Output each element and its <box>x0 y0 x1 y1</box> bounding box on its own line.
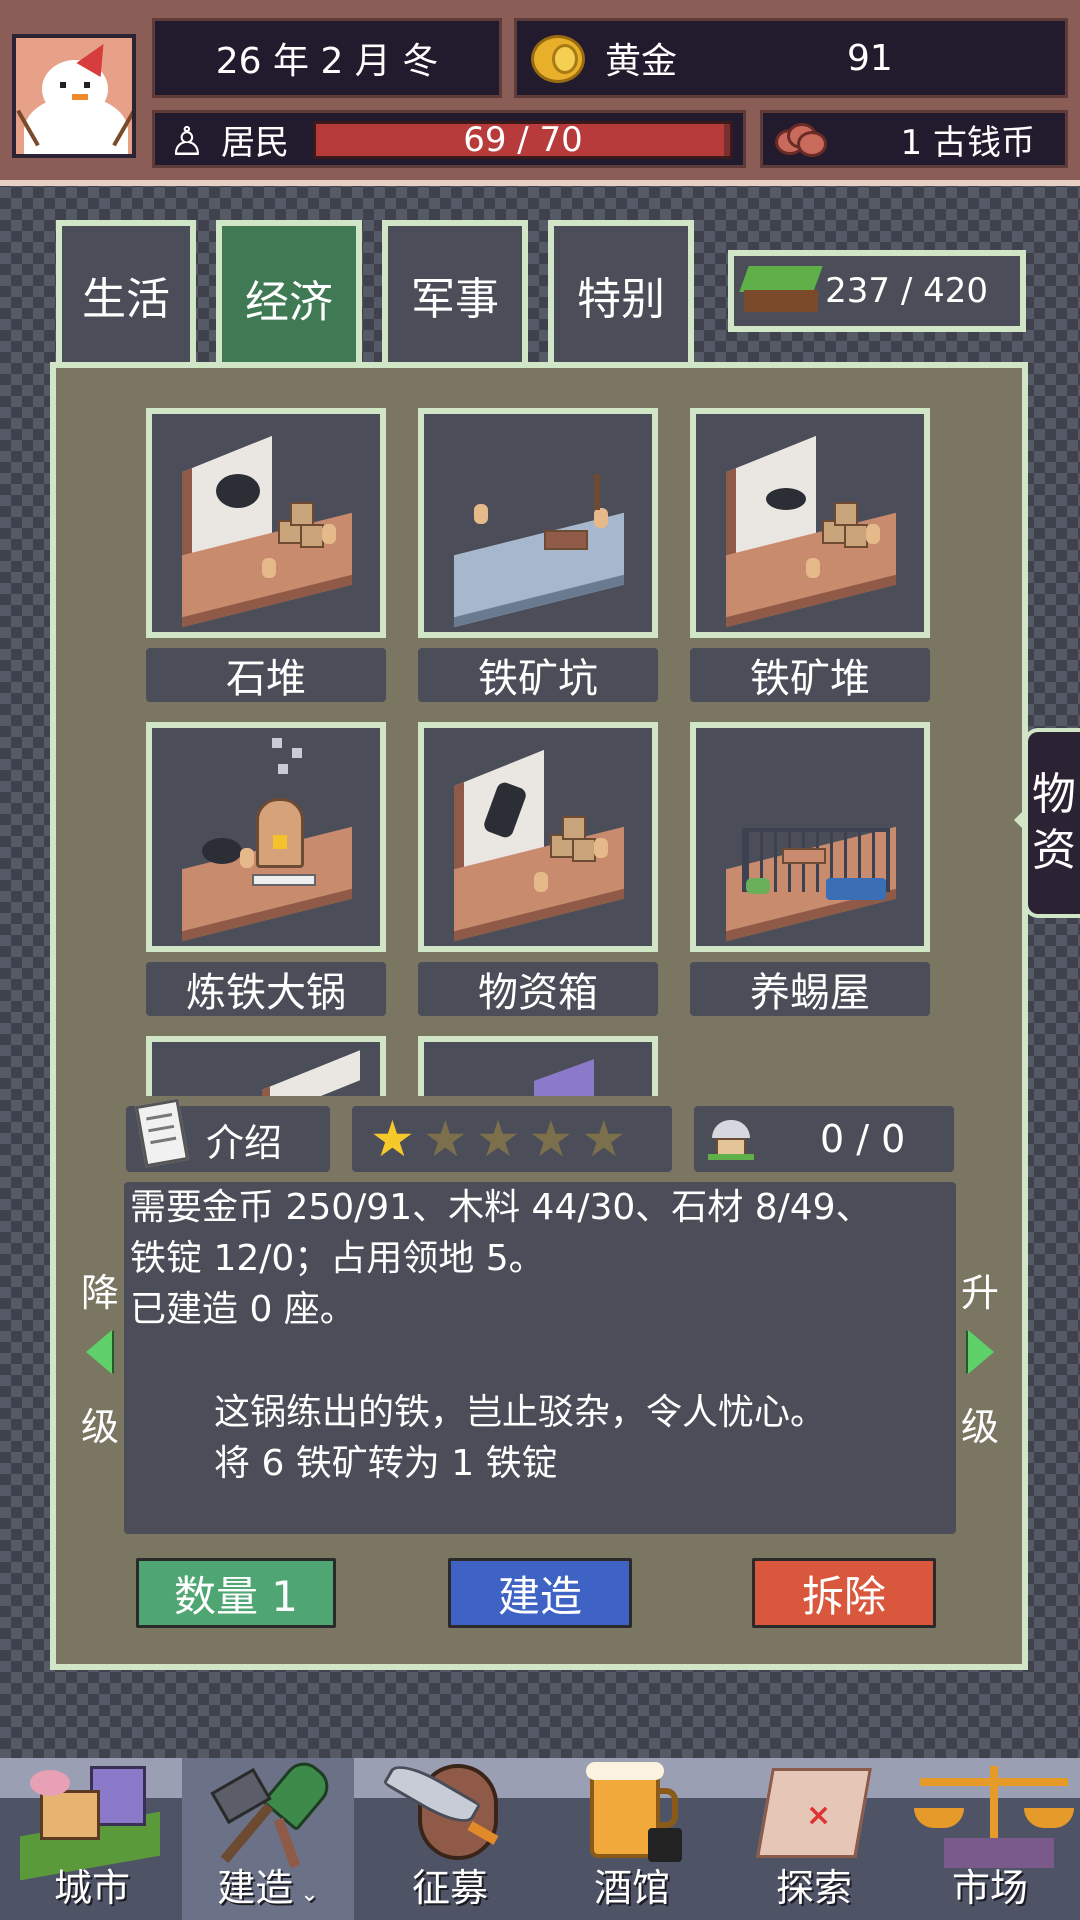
nav-label: 建造 ⌄ <box>217 1866 319 1910</box>
downgrade-label-top: 降 <box>80 1271 119 1315</box>
iron-ore-pile-icon <box>726 435 896 628</box>
building-card-iron-mine-pit[interactable] <box>418 408 658 638</box>
city-icon <box>20 1760 160 1881</box>
flavor-text: 这锅练出的铁，岂止驳杂，令人忧心。 <box>214 1392 827 1433</box>
building-name: 物资箱 <box>418 962 658 1016</box>
gold-label: 黄金 <box>605 41 678 82</box>
nav-label: 探索 <box>775 1866 852 1910</box>
explore-map-icon: × <box>750 1758 880 1868</box>
nav-tavern[interactable]: 酒馆 <box>546 1758 718 1920</box>
nav-label: 征募 <box>411 1866 488 1910</box>
building-card-partial[interactable] <box>146 1036 386 1096</box>
gold-coin-icon <box>531 35 585 83</box>
building-card-partial[interactable] <box>418 1036 658 1096</box>
iron-smelter-icon <box>182 738 352 942</box>
building-name: 养蜴屋 <box>690 962 930 1016</box>
nav-label: 城市 <box>53 1866 130 1910</box>
upgrade-arrow-icon[interactable] <box>968 1330 994 1374</box>
conversion-text: 将 6 铁矿转为 1 铁锭 <box>214 1443 558 1484</box>
tab-special[interactable]: 特别 <box>548 220 694 364</box>
residents-progress-bar: 69 / 70 <box>313 121 733 159</box>
ancient-coins-icon <box>775 121 829 159</box>
star-rating: ★ ★ ★ ★ ★ <box>352 1106 672 1172</box>
building-card-stone-pile[interactable] <box>146 408 386 638</box>
building-name: 铁矿坑 <box>418 648 658 702</box>
building-name: 炼铁大锅 <box>146 962 386 1016</box>
house-icon <box>708 1120 754 1160</box>
tab-life[interactable]: 生活 <box>56 220 196 364</box>
nav-recruit[interactable]: 征募 <box>364 1756 536 1920</box>
market-scale-icon <box>914 1758 1074 1868</box>
tab-label: 军事 <box>411 274 499 325</box>
grass-block-icon <box>739 266 823 316</box>
owned-count-text: 0 / 0 <box>820 1117 906 1161</box>
residents-count: 69 / 70 <box>463 120 583 160</box>
quantity-button[interactable]: 数量 1 <box>136 1558 336 1628</box>
building-card-supply-crate[interactable] <box>418 722 658 952</box>
resources-tab-label-2: 资 <box>1032 825 1076 876</box>
nav-market[interactable]: 市场 <box>904 1758 1076 1920</box>
star-filled-icon: ★ <box>370 1110 415 1168</box>
lizard-house-icon <box>726 808 896 942</box>
land-usage-text: 237 / 420 <box>825 271 988 311</box>
date-display: 26 年 2 月 冬 <box>152 18 502 98</box>
intro-label: 介绍 <box>206 1120 283 1165</box>
ancient-coins-text: 1 古钱币 <box>900 122 1035 163</box>
gold-value: 91 <box>847 37 893 79</box>
build-shovel-icon <box>202 1754 342 1869</box>
building-name: 石堆 <box>146 648 386 702</box>
bottom-navigation: 城市 建造 ⌄ 征募 酒馆 × 探索 市场 <box>0 1754 1080 1920</box>
nav-label: 酒馆 <box>593 1866 670 1910</box>
star-empty-icon: ★ <box>528 1110 574 1168</box>
snowman-avatar[interactable] <box>12 34 136 158</box>
nav-city[interactable]: 城市 <box>6 1758 178 1920</box>
tavern-beer-icon <box>576 1758 696 1868</box>
supply-crate-icon <box>454 749 624 942</box>
upgrade-label-top: 升 <box>960 1271 999 1315</box>
tab-military[interactable]: 军事 <box>382 220 528 364</box>
top-status-bar: 26 年 2 月 冬 黄金 91 ♙ 居民 69 / 70 1 古钱币 <box>0 0 1080 186</box>
resources-tab-label-1: 物 <box>1032 769 1076 820</box>
star-empty-icon: ★ <box>422 1110 468 1168</box>
recruit-sword-shield-icon <box>378 1756 518 1868</box>
nav-label: 市场 <box>951 1866 1028 1910</box>
tab-economy[interactable]: 经济 <box>216 220 362 370</box>
building-card-iron-ore-pile[interactable] <box>690 408 930 638</box>
residents-label: 居民 <box>221 122 289 163</box>
date-text: 26 年 2 月 冬 <box>215 41 439 82</box>
tab-label: 经济 <box>245 277 333 328</box>
ancient-coins-display[interactable]: 1 古钱币 <box>760 110 1068 168</box>
person-icon: ♙ <box>169 119 205 165</box>
document-icon <box>134 1098 190 1168</box>
intro-header: 介绍 <box>126 1098 330 1172</box>
iron-mine-pit-icon <box>454 474 624 628</box>
requirements-line-2: 铁锭 12/0；占用领地 5。 <box>130 1238 545 1279</box>
building-card-iron-smelter[interactable] <box>146 722 386 952</box>
build-button[interactable]: 建造 <box>448 1558 632 1628</box>
resources-side-tab[interactable]: 物 资 <box>1014 728 1080 918</box>
nav-explore[interactable]: × 探索 <box>728 1758 900 1920</box>
demolish-button[interactable]: 拆除 <box>752 1558 936 1628</box>
downgrade-label-bottom: 级 <box>80 1405 119 1449</box>
residents-display[interactable]: ♙ 居民 69 / 70 <box>152 110 746 168</box>
owned-count: 0 / 0 <box>694 1106 954 1172</box>
requirements-line-1: 需要金币 250/91、木料 44/30、石材 8/49、 <box>130 1187 872 1228</box>
building-card-lizard-house[interactable] <box>690 722 930 952</box>
built-count-line: 已建造 0 座。 <box>130 1289 356 1330</box>
star-empty-icon: ★ <box>581 1110 627 1168</box>
star-empty-icon: ★ <box>475 1110 521 1168</box>
tab-label: 生活 <box>82 274 170 325</box>
building-name: 铁矿堆 <box>690 648 930 702</box>
nav-build[interactable]: 建造 ⌄ <box>182 1754 354 1920</box>
upgrade-label-bottom: 级 <box>960 1405 999 1449</box>
building-description: 需要金币 250/91、木料 44/30、石材 8/49、 铁锭 12/0；占用… <box>124 1182 956 1534</box>
downgrade-arrow-icon[interactable] <box>86 1330 112 1374</box>
gold-display[interactable]: 黄金 91 <box>514 18 1068 98</box>
stone-pile-icon <box>182 435 352 628</box>
land-usage-display: 237 / 420 <box>728 250 1026 332</box>
tab-label: 特别 <box>577 274 665 325</box>
